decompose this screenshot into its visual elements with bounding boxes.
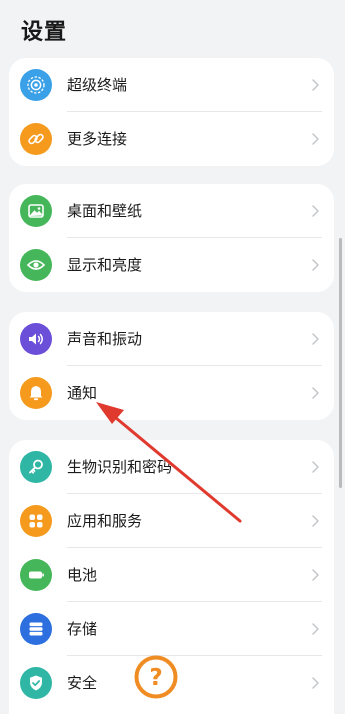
key-icon [20, 451, 52, 483]
page-title: 设置 [21, 20, 68, 45]
chevron-right-icon [312, 387, 319, 399]
settings-item-label: 桌面和壁纸 [67, 202, 143, 220]
chevron-right-icon [312, 515, 319, 527]
battery-icon [20, 559, 52, 591]
chevron-right-icon [312, 461, 319, 473]
settings-item-label: 电池 [67, 566, 98, 584]
chevron-right-icon [312, 79, 319, 91]
settings-item-storage[interactable]: 存储 [9, 602, 334, 656]
apps-grid-icon [20, 505, 52, 537]
settings-item-label: 超级终端 [67, 76, 128, 94]
settings-item-label: 显示和亮度 [67, 256, 143, 274]
scrollbar[interactable] [339, 238, 342, 488]
help-badge-symbol: ? [149, 665, 162, 691]
settings-group-sound-notification: 声音和振动 通知 [9, 312, 334, 420]
link-icon [20, 123, 52, 155]
settings-item-apps-services[interactable]: 应用和服务 [9, 494, 334, 548]
settings-item-label: 存储 [67, 620, 98, 638]
sound-icon [20, 323, 52, 355]
settings-item-wallpaper[interactable]: 桌面和壁纸 [9, 184, 334, 238]
settings-item-label: 通知 [67, 384, 98, 402]
settings-item-label: 应用和服务 [67, 512, 143, 530]
wallpaper-icon [20, 195, 52, 227]
settings-item-notifications[interactable]: 通知 [9, 366, 334, 420]
settings-item-label: 声音和振动 [67, 330, 143, 348]
super-device-icon [20, 69, 52, 101]
settings-item-display-brightness[interactable]: 显示和亮度 [9, 238, 334, 292]
chevron-right-icon [312, 259, 319, 271]
settings-item-super-device[interactable]: 超级终端 [9, 58, 334, 112]
chevron-right-icon [312, 333, 319, 345]
settings-group-connectivity: 超级终端 更多连接 [9, 58, 334, 166]
eye-icon [20, 249, 52, 281]
chevron-right-icon [312, 569, 319, 581]
chevron-right-icon [312, 623, 319, 635]
chevron-right-icon [312, 133, 319, 145]
settings-item-label: 生物识别和密码 [67, 458, 173, 476]
chevron-right-icon [312, 205, 319, 217]
bell-icon [20, 377, 52, 409]
storage-icon [20, 613, 52, 645]
question-icon: ? [134, 655, 178, 699]
settings-group-display: 桌面和壁纸 显示和亮度 [9, 184, 334, 292]
settings-item-sound-vibration[interactable]: 声音和振动 [9, 312, 334, 366]
settings-item-more-connections[interactable]: 更多连接 [9, 112, 334, 166]
settings-item-battery[interactable]: 电池 [9, 548, 334, 602]
settings-item-label: 更多连接 [67, 130, 128, 148]
settings-item-label: 安全 [67, 674, 98, 692]
shield-check-icon [20, 667, 52, 699]
settings-item-biometrics-password[interactable]: 生物识别和密码 [9, 440, 334, 494]
chevron-right-icon [312, 677, 319, 689]
